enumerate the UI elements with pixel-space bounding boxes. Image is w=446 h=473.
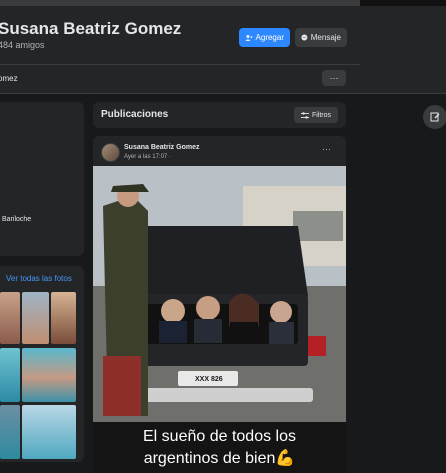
photo-thumb[interactable] [0,348,20,402]
post-options-button[interactable]: ··· [322,144,331,154]
photo-thumb[interactable] [0,405,20,459]
compose-button[interactable] [423,105,446,129]
add-friend-label: Agregar [255,33,284,42]
edit-icon [430,112,440,122]
author-avatar[interactable] [101,143,120,162]
filters-label: Filtros [311,111,332,119]
profile-more-button[interactable]: ··· [322,70,346,86]
filters-icon [300,111,309,119]
caption-line-2: argentinos de bien💪 [143,450,296,467]
filters-button[interactable]: Filtros [294,107,338,123]
profile-tab-name[interactable]: omez [0,74,18,83]
post-author[interactable]: Susana Beatriz Gomez [124,144,199,151]
see-all-photos-link[interactable]: Ver todas las fotos [6,274,72,283]
post-card: Susana Beatriz Gomez Ayer a las 17:07 · … [93,136,346,473]
posts-title: Publicaciones [101,109,169,120]
intro-location: Bariloche [2,216,32,223]
message-button[interactable]: Mensaje [295,28,347,47]
photo-thumb[interactable] [0,292,20,344]
caption-line-1: El sueño de todos los [143,428,296,445]
meme-photo [93,166,346,422]
photo-thumb[interactable] [51,292,76,344]
photo-thumb[interactable] [22,405,76,459]
profile-header: Susana Beatriz Gomez 484 amigos Agregar … [0,6,446,94]
header-divider [0,64,360,65]
post-caption: El sueño de todos los argentinos de bien… [93,426,346,470]
add-friend-button[interactable]: Agregar [239,28,290,47]
post-image[interactable]: El sueño de todos los argentinos de bien… [93,166,346,473]
photo-thumb[interactable] [22,292,49,344]
photo-thumb[interactable] [22,348,76,402]
add-friend-icon [245,34,253,41]
intro-card [0,102,84,256]
license-plate: XXX 826 [195,376,223,383]
message-label: Mensaje [310,33,341,42]
friends-count[interactable]: 484 amigos [0,40,45,50]
profile-name: Susana Beatriz Gomez [0,19,182,38]
messenger-icon [301,34,308,41]
posts-header-card: Publicaciones Filtros [93,102,346,128]
post-timestamp[interactable]: Ayer a las 17:07 · [124,154,171,160]
